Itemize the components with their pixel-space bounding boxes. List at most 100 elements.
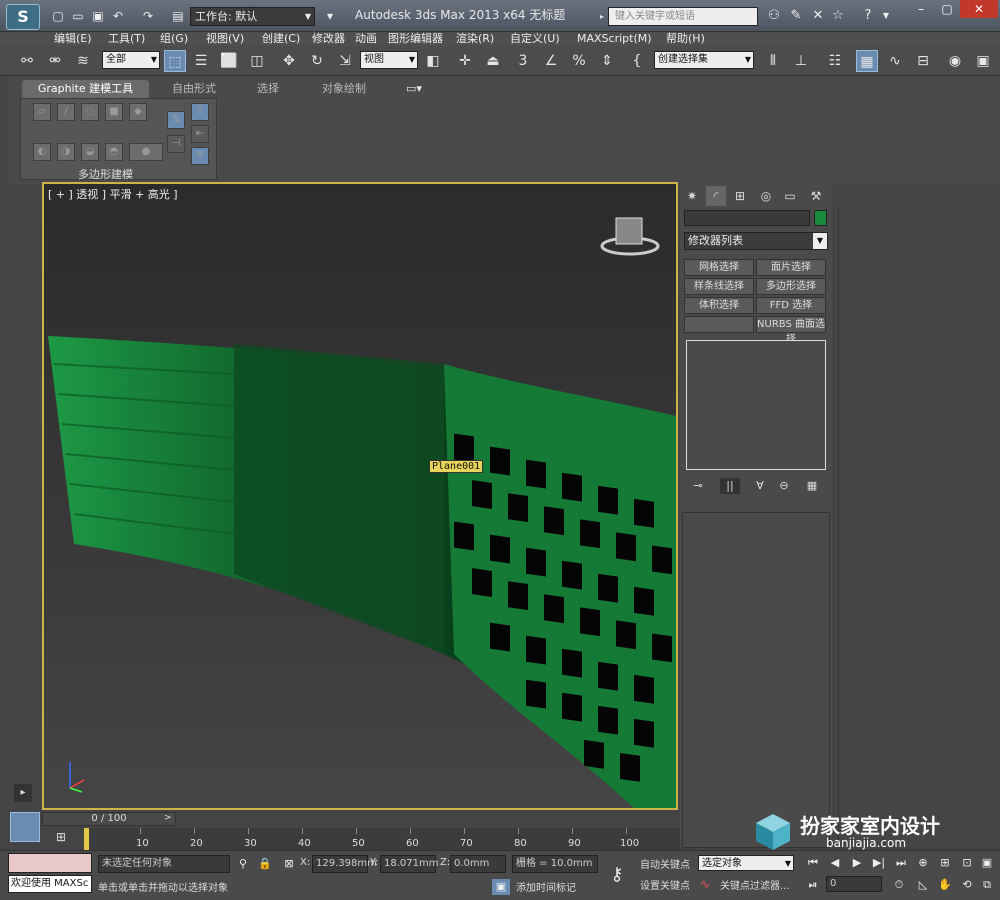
menu-views[interactable]: 视图(V): [206, 32, 244, 46]
goto-start-icon[interactable]: ⏮: [804, 855, 822, 871]
zoom-extents-all-icon[interactable]: ▣: [978, 855, 996, 871]
select-manipulate-icon[interactable]: ✛: [454, 50, 476, 72]
menu-modifiers[interactable]: 修改器: [312, 32, 345, 46]
ribbon-tool-icon[interactable]: ◌: [81, 103, 99, 121]
menu-create[interactable]: 创建(C): [262, 32, 300, 46]
minimize-button[interactable]: –: [908, 0, 934, 18]
tab-selection[interactable]: 选择: [257, 80, 279, 98]
hierarchy-tab-icon[interactable]: ⊞: [730, 186, 750, 206]
remove-modifier-icon[interactable]: ⊖: [774, 478, 794, 494]
viewcube-icon[interactable]: [615, 217, 643, 245]
nurbs-select-button[interactable]: NURBS 曲面选择: [756, 316, 826, 345]
save-icon[interactable]: ▣: [90, 8, 106, 24]
object-color-swatch[interactable]: [814, 210, 827, 226]
layer-manager-icon[interactable]: ☷: [824, 50, 846, 72]
menu-rendering[interactable]: 渲染(R): [456, 32, 494, 46]
slider-next-icon[interactable]: >: [164, 813, 172, 823]
ffd-select-button[interactable]: FFD 选择: [756, 297, 826, 314]
star-icon[interactable]: ☆: [830, 8, 846, 24]
selection-filter-dropdown[interactable]: 全部 ▼: [102, 51, 160, 69]
panel-label[interactable]: 多边形建模: [78, 166, 133, 182]
menu-animation[interactable]: 动画: [355, 32, 377, 46]
current-frame-field[interactable]: 0: [826, 876, 882, 892]
ribbon-stack-icon[interactable]: ⇈: [191, 147, 209, 165]
volume-select-button[interactable]: 体积选择: [684, 297, 754, 314]
select-by-name-icon[interactable]: ☰: [190, 50, 212, 72]
key-mode-toggle-icon[interactable]: ⏯: [804, 877, 822, 893]
ribbon-tool-icon[interactable]: ◐: [33, 143, 51, 161]
rectangular-selection-icon[interactable]: ⬜: [218, 50, 240, 72]
time-config-icon[interactable]: ⏱: [890, 877, 908, 893]
ribbon-tool-icon[interactable]: ●: [129, 143, 163, 161]
current-frame-marker[interactable]: [84, 828, 89, 850]
align-icon[interactable]: ⊥: [790, 50, 812, 72]
utilities-tab-icon[interactable]: ⚒: [806, 186, 826, 206]
spinner-snap-icon[interactable]: ⇕: [596, 50, 618, 72]
reference-coord-dropdown[interactable]: 视图 ▼: [360, 51, 418, 69]
ribbon-tool-icon[interactable]: ■: [105, 103, 123, 121]
ribbon-stack-icon[interactable]: ⇤: [191, 125, 209, 143]
menu-group[interactable]: 组(G): [160, 32, 188, 46]
create-tab-icon[interactable]: ✷: [682, 186, 702, 206]
link-icon[interactable]: ⚯: [16, 50, 38, 72]
x-coordinate-field[interactable]: 129.398mm: [312, 855, 377, 873]
close-button[interactable]: ✕: [960, 0, 998, 18]
help-icon[interactable]: ?: [860, 8, 876, 24]
menu-graph-editors[interactable]: 图形编辑器: [388, 32, 443, 46]
ribbon-stack-icon[interactable]: ⇕: [191, 103, 209, 121]
keyboard-shortcut-icon[interactable]: ⏏: [482, 50, 504, 72]
motion-tab-icon[interactable]: ◎: [756, 186, 776, 206]
track-bar[interactable]: 10 20 30 40 50 60 70 80 90 100: [84, 828, 680, 850]
mirror-icon[interactable]: ⫴: [762, 50, 784, 72]
goto-end-icon[interactable]: ⏭: [892, 855, 910, 871]
wrench-icon[interactable]: ✎: [788, 8, 804, 24]
select-object-icon[interactable]: ⬚: [164, 50, 186, 72]
play-icon[interactable]: ▸: [14, 784, 32, 802]
schematic-view-icon[interactable]: ⊟: [912, 50, 934, 72]
key-mode-dropdown[interactable]: 选定对象 ▼: [698, 855, 794, 871]
pin-stack-icon[interactable]: ⊸: [688, 478, 708, 494]
track-filter-icon[interactable]: ⊞: [50, 830, 72, 848]
ribbon-stack-icon[interactable]: ⊣: [167, 135, 185, 153]
edit-named-selection-icon[interactable]: {: [626, 50, 648, 72]
poly-select-button[interactable]: 多边形选择: [756, 278, 826, 295]
z-coordinate-field[interactable]: 0.0mm: [450, 855, 506, 873]
graphite-toggle-icon[interactable]: ▦: [856, 50, 878, 72]
object-name-field[interactable]: [684, 210, 810, 226]
modifier-list-dropdown[interactable]: 修改器列表 ▼: [684, 232, 828, 250]
menu-expand-icon[interactable]: ▾: [322, 8, 338, 24]
rotate-icon[interactable]: ↻: [306, 50, 328, 72]
open-file-icon[interactable]: ▭: [70, 8, 86, 24]
make-unique-icon[interactable]: ∀: [750, 478, 770, 494]
binoculars-icon[interactable]: ⚇: [766, 8, 782, 24]
play-button-icon[interactable]: ▶: [848, 855, 866, 871]
show-end-result-icon[interactable]: ||: [720, 478, 740, 494]
modifier-stack[interactable]: [686, 340, 826, 470]
move-icon[interactable]: ✥: [278, 50, 300, 72]
menu-maxscript[interactable]: MAXScript(M): [577, 32, 652, 46]
y-coordinate-field[interactable]: 18.071mm: [380, 855, 438, 873]
undo-icon[interactable]: ↶: [110, 8, 126, 24]
workspace-dropdown[interactable]: 工作台: 默认 ▼: [190, 7, 315, 26]
redo-icon[interactable]: ↷: [140, 8, 156, 24]
pan-icon[interactable]: ✋: [936, 877, 954, 893]
maximize-button[interactable]: ▢: [934, 0, 960, 18]
menu-customize[interactable]: 自定义(U): [510, 32, 560, 46]
lock-selection-icon[interactable]: 🔒: [256, 856, 274, 872]
key-icon[interactable]: ⚷: [602, 859, 632, 891]
menu-help[interactable]: 帮助(H): [666, 32, 705, 46]
new-file-icon[interactable]: ▢: [50, 8, 66, 24]
time-slider[interactable]: 0 / 100: [42, 812, 176, 826]
menu-edit[interactable]: 编辑(E): [54, 32, 92, 46]
absolute-mode-icon[interactable]: ⊠: [280, 856, 298, 872]
ribbon-options-icon[interactable]: ▭▾: [406, 80, 422, 98]
tab-freeform[interactable]: 自由形式: [172, 80, 216, 98]
next-frame-icon[interactable]: ▶|: [870, 855, 888, 871]
app-logo-icon[interactable]: S: [6, 4, 40, 30]
prev-frame-icon[interactable]: ◀: [826, 855, 844, 871]
window-crossing-icon[interactable]: ◫: [246, 50, 268, 72]
ribbon-tool-icon[interactable]: ◆: [129, 103, 147, 121]
menu-tools[interactable]: 工具(T): [108, 32, 145, 46]
unlink-icon[interactable]: ⚮: [44, 50, 66, 72]
orbit-icon[interactable]: ⟲: [958, 877, 976, 893]
